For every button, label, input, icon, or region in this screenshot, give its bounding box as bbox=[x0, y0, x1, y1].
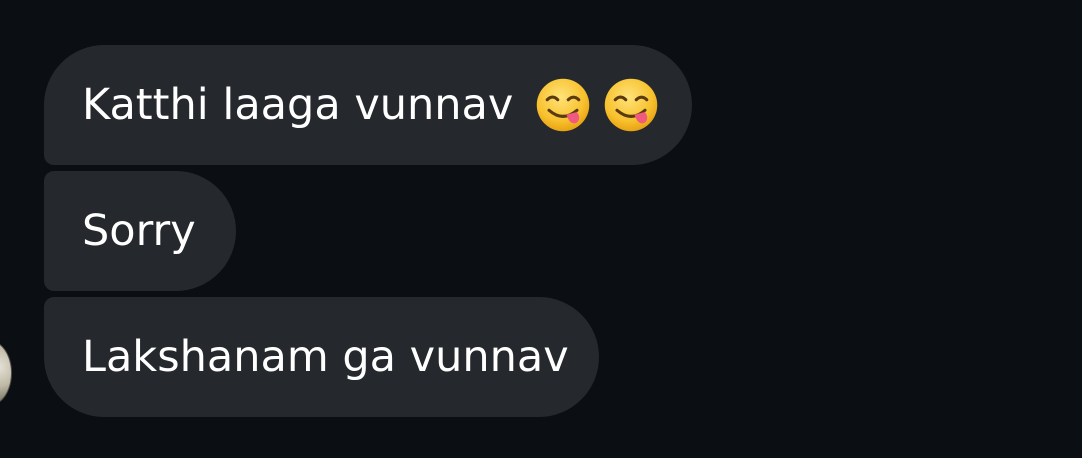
message-bubble[interactable]: Sorry bbox=[44, 171, 236, 291]
message-bubble[interactable]: Katthi laaga vunnav bbox=[44, 45, 692, 165]
message-text: Sorry bbox=[82, 206, 196, 256]
message-text: Katthi laaga vunnav bbox=[82, 80, 514, 130]
message-bubble[interactable]: Lakshanam ga vunnav bbox=[44, 297, 599, 417]
face-savoring-food-icon bbox=[537, 78, 590, 132]
face-savoring-food-icon bbox=[605, 78, 658, 132]
emoji-group bbox=[523, 77, 659, 133]
message-text: Lakshanam ga vunnav bbox=[82, 332, 569, 382]
avatar[interactable] bbox=[0, 340, 12, 406]
